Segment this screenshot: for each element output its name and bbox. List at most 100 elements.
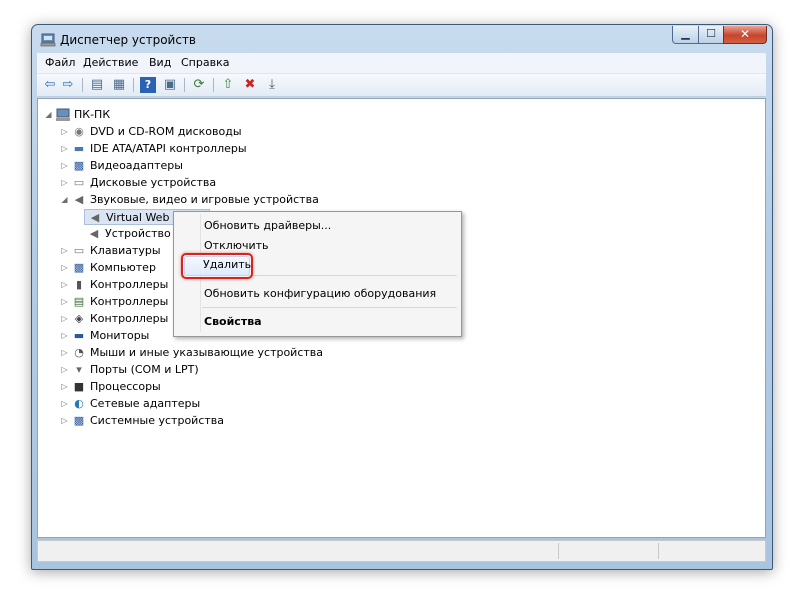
- tree-item[interactable]: ▷ ▩ Видеоадаптеры: [60, 158, 460, 174]
- speaker-icon: ◀: [89, 227, 99, 240]
- expand-arrow-icon[interactable]: ▷: [60, 311, 69, 327]
- expand-arrow-icon[interactable]: ▷: [60, 124, 69, 140]
- tree-item-label: Дисковые устройства: [90, 176, 217, 189]
- view-icon[interactable]: ▣: [162, 77, 178, 93]
- tree-item[interactable]: ▷ ◉ DVD и CD-ROM дисководы: [60, 124, 460, 140]
- tree-item[interactable]: ▷ ▭ Дисковые устройства: [60, 175, 460, 191]
- expand-arrow-icon[interactable]: ▷: [60, 260, 69, 276]
- disable-menu-item[interactable]: Отключить: [204, 239, 269, 252]
- scan-hardware-icon[interactable]: ⟳: [191, 77, 207, 93]
- scan-hardware-menu-item[interactable]: Обновить конфигурацию оборудования: [204, 287, 436, 300]
- tree-item-label: Компьютер: [90, 261, 156, 274]
- menu-help[interactable]: Справка: [181, 56, 229, 69]
- port-icon: ▾: [76, 363, 82, 376]
- storage-controller-icon: ▤: [73, 295, 85, 308]
- menu-bar: Файл Действие Вид Справка: [37, 53, 766, 74]
- forward-arrow-icon[interactable]: ⇨: [60, 77, 76, 93]
- expand-arrow-icon[interactable]: ▷: [60, 396, 69, 412]
- keyboard-icon: ▭: [73, 244, 85, 257]
- back-arrow-icon[interactable]: ⇦: [42, 77, 58, 93]
- tree-item-label: Системные устройства: [90, 414, 224, 427]
- properties-menu-item[interactable]: Свойства: [204, 315, 262, 328]
- tree-item-label: Контроллеры: [90, 278, 169, 291]
- highlight-annotation: [181, 253, 253, 279]
- disable-device-icon[interactable]: ⤓: [264, 77, 280, 93]
- menu-file[interactable]: Файл: [45, 56, 75, 69]
- tree-item-label: Клавиатуры: [90, 244, 161, 257]
- update-drivers-menu-item[interactable]: Обновить драйверы...: [204, 219, 331, 232]
- maximize-button[interactable]: ☐: [698, 26, 724, 44]
- network-adapter-icon: ◐: [74, 397, 84, 410]
- tree-item-label: Контроллеры: [90, 312, 169, 325]
- computer-icon: ▩: [73, 261, 85, 274]
- tree-item[interactable]: ◢ ◀ Звуковые, видео и игровые устройства: [60, 192, 460, 208]
- toolbar-separator: [184, 78, 185, 92]
- tree-item-label: Устройство: [105, 227, 171, 240]
- tree-item-label: DVD и CD-ROM дисководы: [90, 125, 242, 138]
- menu-separator: [202, 307, 457, 308]
- dvd-drive-icon: ◉: [74, 125, 84, 138]
- tree-item[interactable]: ▷ ■ Процессоры: [60, 379, 460, 395]
- expand-arrow-icon[interactable]: ▷: [60, 277, 69, 293]
- device-manager-icon: [40, 33, 56, 47]
- expand-arrow-icon[interactable]: ▷: [60, 243, 69, 259]
- network-controller-icon: ◈: [74, 312, 84, 325]
- tree-item-label: Порты (COM и LPT): [90, 363, 199, 376]
- status-divider: [558, 543, 559, 559]
- expand-arrow-icon[interactable]: ▷: [60, 158, 69, 174]
- minimize-icon: ▁: [681, 27, 690, 40]
- speaker-icon: ◀: [90, 211, 100, 224]
- toolbar-separator: [133, 78, 134, 92]
- tree-item-label: Сетевые адаптеры: [90, 397, 201, 410]
- tree-item[interactable]: ▷ ◐ Сетевые адаптеры: [60, 396, 460, 412]
- speaker-icon: ◀: [74, 193, 84, 206]
- tree-item-label: Видеоадаптеры: [90, 159, 183, 172]
- status-bar: [37, 540, 766, 562]
- tree-item-label: Мониторы: [90, 329, 150, 342]
- collapse-arrow-icon[interactable]: ◢: [60, 192, 69, 208]
- mouse-icon: ◔: [74, 346, 84, 359]
- collapse-arrow-icon[interactable]: ◢: [44, 107, 53, 123]
- monitor-icon: ▬: [73, 329, 85, 342]
- tree-item-label: Virtual Web: [106, 211, 170, 224]
- tree-item-label: Мыши и иные указывающие устройства: [90, 346, 324, 359]
- show-hide-console-tree-icon[interactable]: ▤: [89, 77, 105, 93]
- expand-arrow-icon[interactable]: ▷: [60, 379, 69, 395]
- toolbar-separator: [213, 78, 214, 92]
- tree-item[interactable]: ▷ ▬ IDE ATA/ATAPI контроллеры: [60, 141, 460, 157]
- tree-item[interactable]: ▷ ▾ Порты (COM и LPT): [60, 362, 460, 378]
- tree-item-label: Процессоры: [90, 380, 161, 393]
- title-bar[interactable]: Диспетчер устройств ▁ ☐ ✕: [32, 25, 772, 53]
- system-device-icon: ▩: [73, 414, 85, 427]
- maximize-icon: ☐: [706, 27, 716, 40]
- close-button[interactable]: ✕: [723, 26, 767, 44]
- root-computer-label: ПК-ПК: [74, 108, 111, 121]
- expand-arrow-icon[interactable]: ▷: [60, 141, 69, 157]
- close-icon: ✕: [739, 27, 751, 41]
- status-divider: [658, 543, 659, 559]
- toolbar-separator: [82, 78, 83, 92]
- disk-drive-icon: ▭: [73, 176, 85, 189]
- expand-arrow-icon[interactable]: ▷: [60, 345, 69, 361]
- toolbar: ⇦ ⇨ ▤ ▦ ? ▣ ⟳ ⇧ ✖ ⤓: [37, 74, 766, 97]
- window-title: Диспетчер устройств: [60, 33, 197, 47]
- minimize-button[interactable]: ▁: [672, 26, 699, 44]
- usb-controller-icon: ▮: [75, 278, 83, 291]
- menu-action[interactable]: Действие: [83, 56, 138, 69]
- expand-arrow-icon[interactable]: ▷: [60, 362, 69, 378]
- uninstall-icon[interactable]: ✖: [242, 77, 258, 93]
- expand-arrow-icon[interactable]: ▷: [60, 413, 69, 429]
- help-icon[interactable]: ?: [140, 77, 156, 93]
- tree-item[interactable]: ▷ ▩ Системные устройства: [60, 413, 460, 429]
- tree-item[interactable]: ▷ ◔ Мыши и иные указывающие устройства: [60, 345, 460, 361]
- properties-icon[interactable]: ▦: [111, 77, 127, 93]
- expand-arrow-icon[interactable]: ▷: [60, 175, 69, 191]
- display-adapter-icon: ▩: [73, 159, 85, 172]
- processor-icon: ■: [73, 380, 85, 393]
- expand-arrow-icon[interactable]: ▷: [60, 328, 69, 344]
- update-driver-icon[interactable]: ⇧: [220, 77, 236, 93]
- expand-arrow-icon[interactable]: ▷: [60, 294, 69, 310]
- tree-root[interactable]: ◢ ПК-ПК: [44, 107, 244, 123]
- menu-view[interactable]: Вид: [149, 56, 171, 69]
- ide-controller-icon: ▬: [73, 142, 85, 155]
